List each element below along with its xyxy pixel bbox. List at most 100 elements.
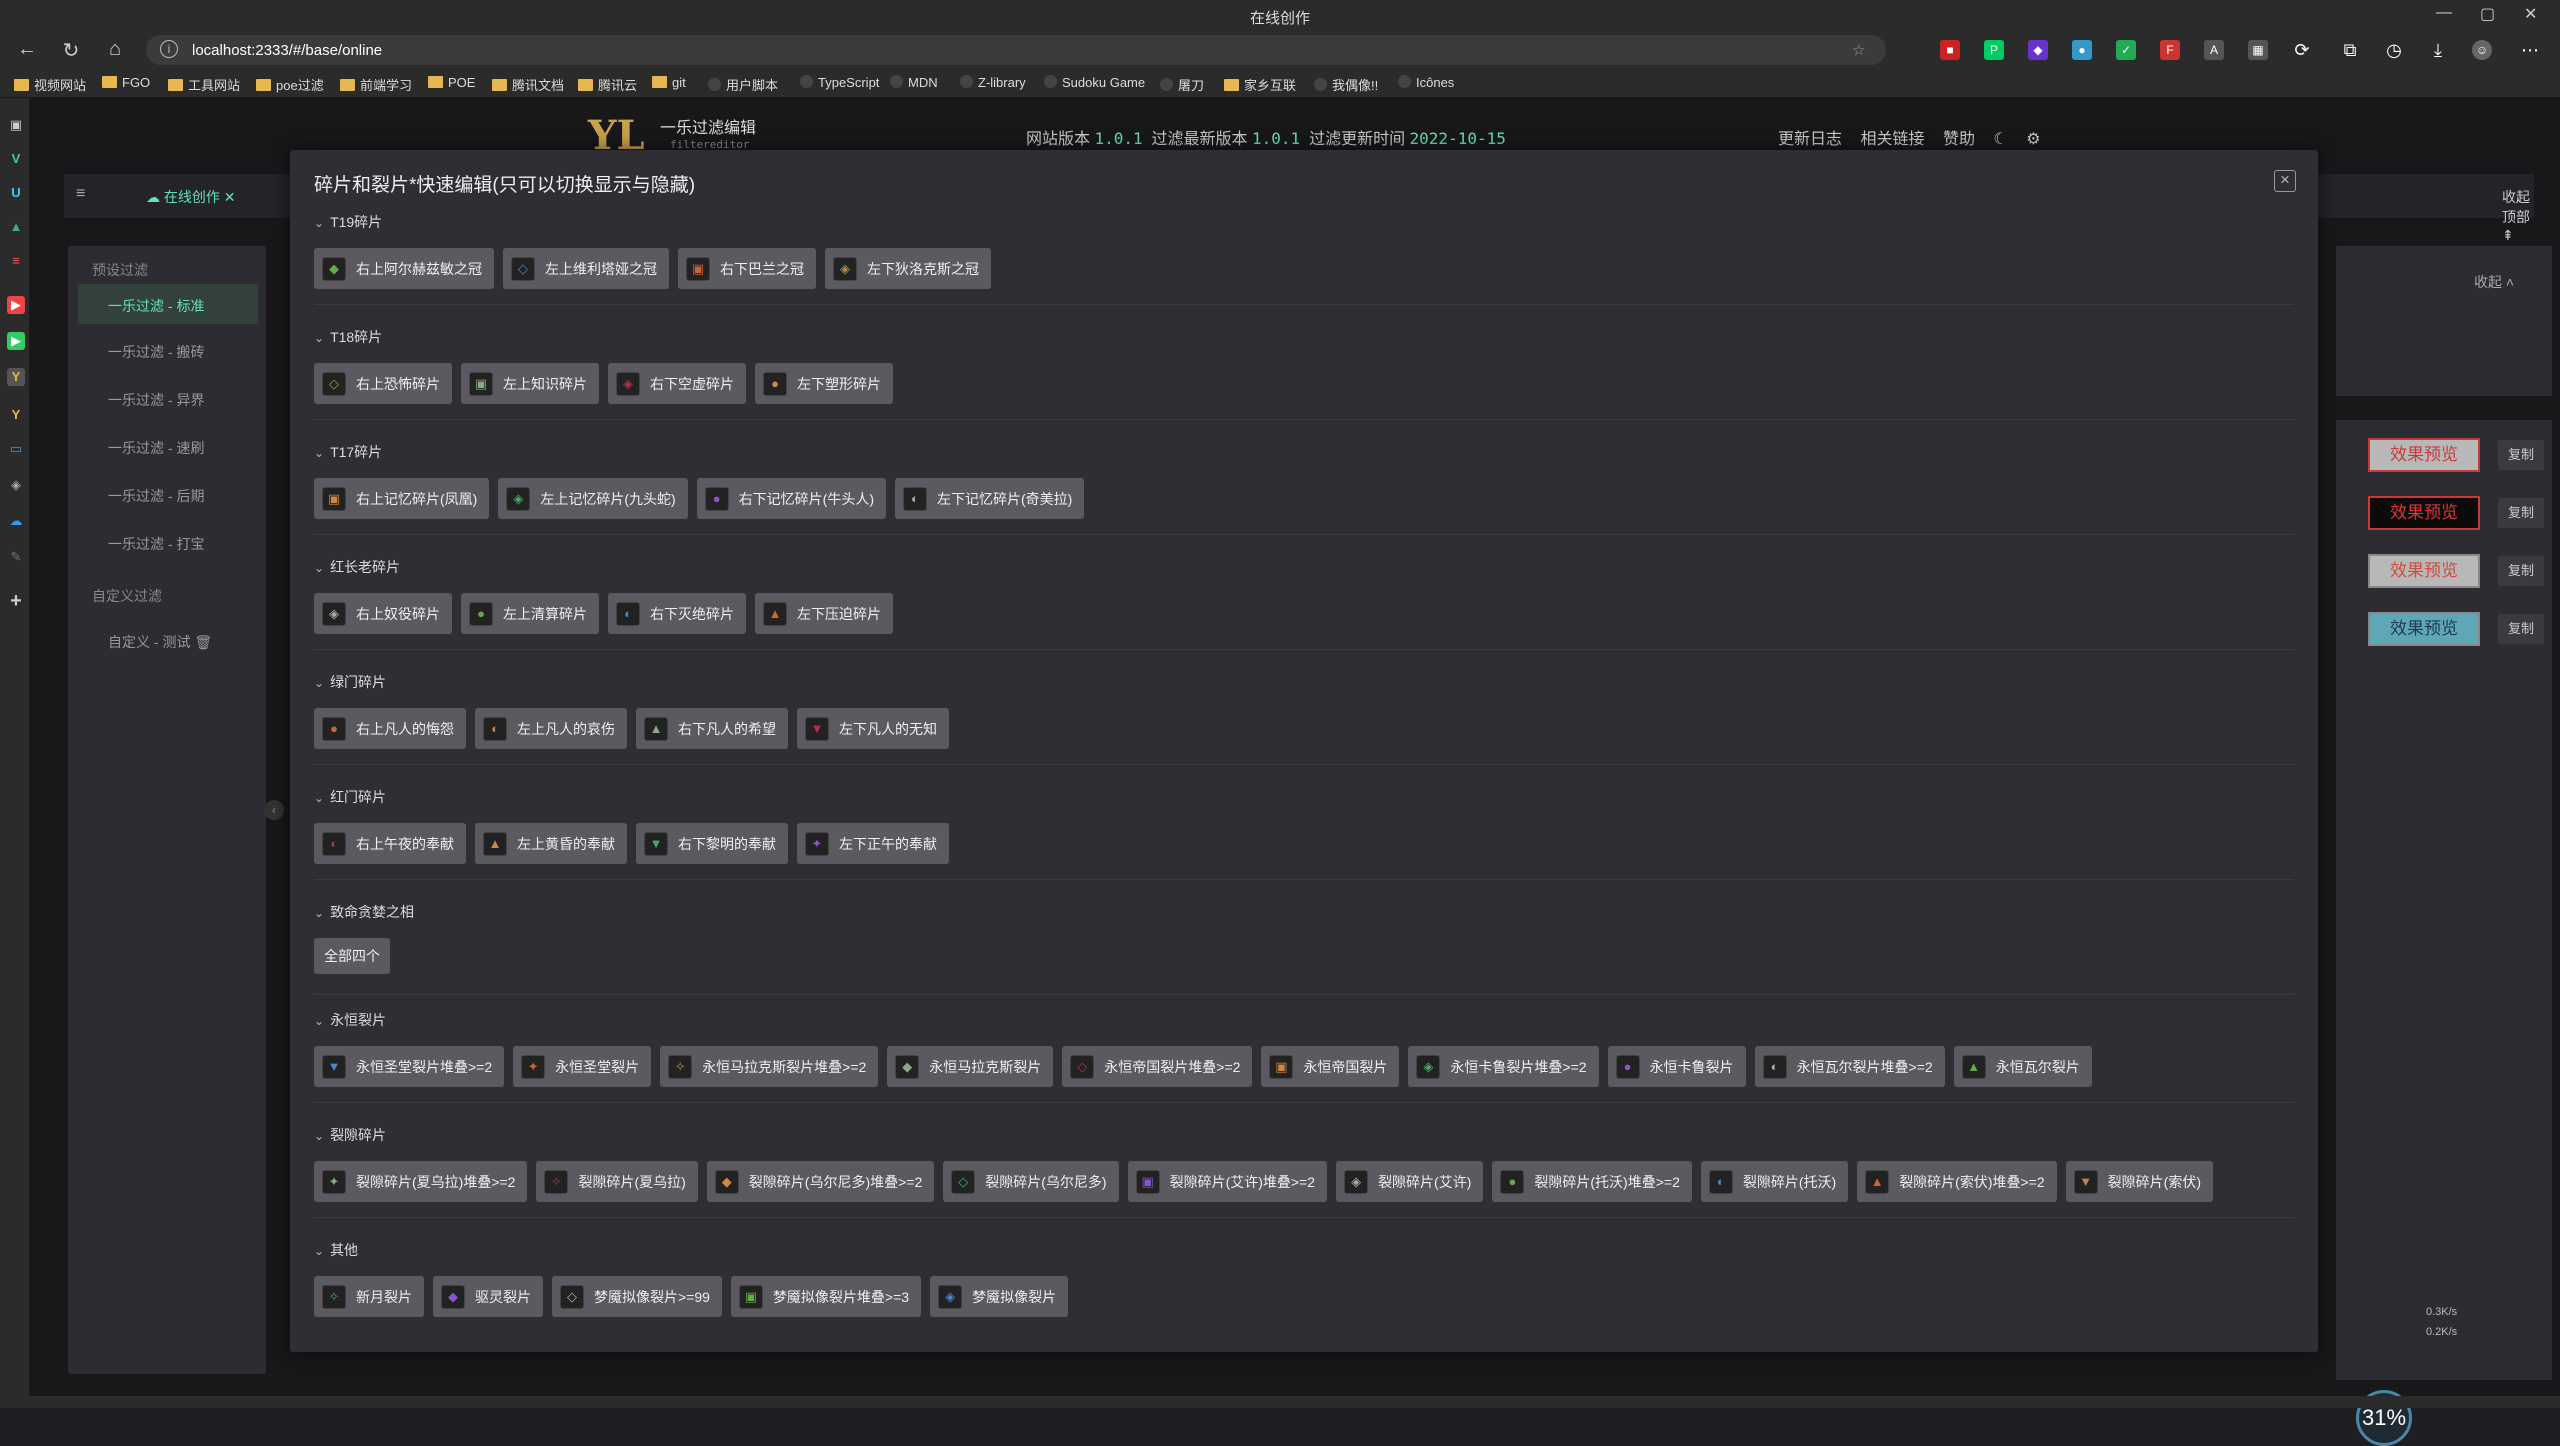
bookmark-item[interactable]: poe过滤 — [256, 75, 324, 94]
close-icon[interactable]: × — [2274, 170, 2296, 192]
fragment-toggle-chip[interactable]: ◇ 裂隙碎片(乌尔尼多) — [943, 1161, 1119, 1202]
fragment-toggle-chip[interactable]: ▲ 裂隙碎片(索伏)堆叠>=2 — [1857, 1161, 2057, 1202]
fragment-toggle-chip[interactable]: ▣ 梦魇拟像裂片堆叠>=3 — [730, 1276, 922, 1317]
play-icon[interactable]: ▶ — [7, 332, 25, 350]
fragment-toggle-chip[interactable]: ◆ 裂隙碎片(乌尔尼多)堆叠>=2 — [706, 1161, 935, 1202]
fragment-toggle-chip[interactable]: ◇ 梦魇拟像裂片>=99 — [552, 1276, 722, 1317]
fragment-toggle-chip[interactable]: ◆ 驱灵裂片 — [433, 1276, 543, 1317]
home-icon[interactable]: ⌂ — [102, 38, 128, 61]
bookmark-item[interactable]: 视频网站 — [14, 75, 86, 94]
maximize-button[interactable]: ▢ — [2480, 4, 2495, 24]
bookmark-item[interactable]: 我偶像!! — [1314, 75, 1378, 94]
tv-icon[interactable]: ▭ — [7, 440, 25, 458]
avatar[interactable]: ☺ — [2472, 40, 2492, 60]
fragment-toggle-chip[interactable]: ✦ 永恒圣堂裂片 — [513, 1046, 652, 1087]
mountain-icon[interactable]: ▲ — [7, 218, 25, 236]
fragment-toggle-chip[interactable]: ● 左下塑形碎片 — [755, 363, 893, 404]
fragment-toggle-chip[interactable]: ◇ 永恒帝国裂片堆叠>=2 — [1062, 1046, 1253, 1087]
custom-filter-item[interactable]: 自定义 - 测试 🗑 — [108, 632, 212, 652]
fragment-toggle-chip[interactable]: ● 右下记忆碎片(牛头人) — [696, 478, 886, 519]
menu-icon[interactable]: ≡ — [76, 185, 85, 203]
favorite-icon[interactable]: ☆ — [1852, 41, 1865, 59]
info-icon[interactable]: i — [160, 40, 178, 58]
bookmark-item[interactable]: 家乡互联 — [1224, 75, 1296, 94]
fragment-toggle-chip[interactable]: ▼ 右下黎明的奉献 — [636, 823, 788, 864]
bookmark-item[interactable]: 前端学习 — [340, 75, 412, 94]
fragment-toggle-chip[interactable]: ▣ 右上记忆碎片(凤凰) — [314, 478, 490, 519]
fragment-toggle-chip[interactable]: ▼ 永恒圣堂裂片堆叠>=2 — [314, 1046, 505, 1087]
bookmark-item[interactable]: TypeScript — [800, 75, 879, 90]
section-header[interactable]: ⌄ 绿门碎片 — [314, 672, 2294, 694]
minimize-button[interactable]: — — [2436, 4, 2452, 22]
bookmark-item[interactable]: Z-library — [960, 75, 1026, 90]
menu-icon[interactable]: ⋯ — [2520, 40, 2540, 60]
fragment-toggle-chip[interactable]: ▣ 左上知识碎片 — [461, 363, 599, 404]
section-header[interactable]: ⌄ 其他 — [314, 1240, 2294, 1262]
bookmark-item[interactable]: 腾讯文档 — [492, 75, 564, 94]
fragment-toggle-chip[interactable]: ▲ 永恒瓦尔裂片 — [1953, 1046, 2092, 1087]
fragment-toggle-chip[interactable]: ▲ 右下凡人的希望 — [636, 708, 788, 749]
section-header[interactable]: ⌄ T17碎片 — [314, 442, 2294, 464]
fragment-toggle-chip[interactable]: ◐ 裂隙碎片(托沃) — [1700, 1161, 1849, 1202]
filter-item[interactable]: 一乐过滤 - 打宝 — [108, 534, 204, 554]
fragment-toggle-chip[interactable]: ◈ 永恒卡鲁裂片堆叠>=2 — [1408, 1046, 1599, 1087]
effect-preview-button[interactable]: 效果预览 — [2368, 438, 2480, 472]
extension-icon[interactable]: ■ — [1940, 40, 1960, 60]
section-header[interactable]: ⌄ T19碎片 — [314, 212, 2294, 234]
fragment-toggle-chip[interactable]: ◈ 裂隙碎片(艾许) — [1336, 1161, 1484, 1202]
collapse-button[interactable]: 收起 ˄ — [2474, 272, 2514, 292]
fragment-toggle-chip[interactable]: ◐ 左下记忆碎片(奇美拉) — [894, 478, 1085, 519]
fragment-toggle-chip[interactable]: ✦ 裂隙碎片(夏乌拉)堆叠>=2 — [314, 1161, 528, 1202]
bookmark-item[interactable]: 用户脚本 — [708, 75, 778, 94]
yl-icon[interactable]: Y — [7, 406, 25, 424]
extension-icon[interactable]: A — [2204, 40, 2224, 60]
fragment-toggle-chip[interactable]: ◇ 右上恐怖碎片 — [314, 363, 452, 404]
bookmark-item[interactable]: POE — [428, 75, 475, 90]
fragment-toggle-chip[interactable]: ✧ 裂隙碎片(夏乌拉) — [536, 1161, 698, 1202]
fragment-toggle-chip[interactable]: ◆ 右上阿尔赫兹敏之冠 — [314, 248, 494, 289]
filter-item-active[interactable]: 一乐过滤 - 标准 — [78, 284, 258, 324]
fragment-toggle-chip[interactable]: ▣ 右下巴兰之冠 — [678, 248, 816, 289]
fragment-toggle-chip[interactable]: ● 右上凡人的悔怨 — [314, 708, 466, 749]
section-header[interactable]: ⌄ 裂隙碎片 — [314, 1125, 2294, 1147]
section-header[interactable]: ⌄ 红长老碎片 — [314, 557, 2294, 579]
close-window-button[interactable]: ✕ — [2524, 4, 2537, 24]
bookmark-item[interactable]: 腾讯云 — [578, 75, 637, 94]
filter-item[interactable]: 一乐过滤 - 后期 — [108, 486, 204, 506]
fragment-toggle-chip[interactable]: ◐ 右下灭绝碎片 — [608, 593, 746, 634]
extension-icon[interactable]: ▦ — [2248, 40, 2268, 60]
book-icon[interactable]: ≡ — [7, 252, 25, 270]
fragment-toggle-chip[interactable]: ◈ 右上奴役碎片 — [314, 593, 452, 634]
fragment-toggle-chip[interactable]: ● 裂隙碎片(托沃)堆叠>=2 — [1492, 1161, 1692, 1202]
fragment-toggle-chip[interactable]: ◇ 左上维利塔娅之冠 — [503, 248, 669, 289]
fragment-toggle-chip[interactable]: ◈ 梦魇拟像裂片 — [930, 1276, 1069, 1317]
collapse-panel-icon[interactable]: ‹ — [264, 800, 284, 820]
reload-icon[interactable]: ↻ — [58, 38, 84, 63]
bookmark-item[interactable]: 屠刀 — [1160, 75, 1204, 94]
section-header[interactable]: ⌄ 红门碎片 — [314, 787, 2294, 809]
fragment-toggle-chip[interactable]: ● 左上清算碎片 — [461, 593, 599, 634]
fragment-toggle-chip[interactable]: ▲ 左下压迫碎片 — [755, 593, 893, 634]
fragment-toggle-chip[interactable]: ▣ 永恒帝国裂片 — [1261, 1046, 1400, 1087]
u-icon[interactable]: U — [7, 184, 25, 202]
trash-icon[interactable]: 🗑 — [194, 634, 212, 650]
collections-icon[interactable]: ⧉ — [2340, 40, 2360, 60]
fragment-toggle-chip[interactable]: ▣ 裂隙碎片(艾许)堆叠>=2 — [1127, 1161, 1328, 1202]
layers-icon[interactable]: ◈ — [7, 476, 25, 494]
section-header[interactable]: ⌄ 永恒裂片 — [314, 1010, 2294, 1032]
bookmark-item[interactable]: Sudoku Game — [1044, 75, 1145, 90]
fragment-toggle-chip[interactable]: ✦ 左下正午的奉献 — [797, 823, 949, 864]
history-icon[interactable]: ◷ — [2384, 40, 2404, 60]
sponsor-link[interactable]: 赞助 — [1943, 131, 1975, 148]
effect-preview-button[interactable]: 效果预览 — [2368, 612, 2480, 646]
fragment-toggle-chip[interactable]: ✧ 新月裂片 — [314, 1276, 424, 1317]
bookmark-item[interactable]: FGO — [102, 75, 150, 90]
fragment-toggle-chip[interactable]: ◐ 右上午夜的奉献 — [314, 823, 466, 864]
fragment-toggle-chip[interactable]: ◈ 左下狄洛克斯之冠 — [825, 248, 991, 289]
copy-button[interactable]: 复制 — [2498, 556, 2544, 586]
fragment-toggle-chip[interactable]: ◐ 左上凡人的哀伤 — [475, 708, 627, 749]
back-icon[interactable]: ← — [14, 38, 40, 61]
sync-icon[interactable]: ⟳ — [2292, 40, 2312, 60]
extension-icon[interactable]: ● — [2072, 40, 2092, 60]
section-header[interactable]: ⌄ T18碎片 — [314, 327, 2294, 349]
